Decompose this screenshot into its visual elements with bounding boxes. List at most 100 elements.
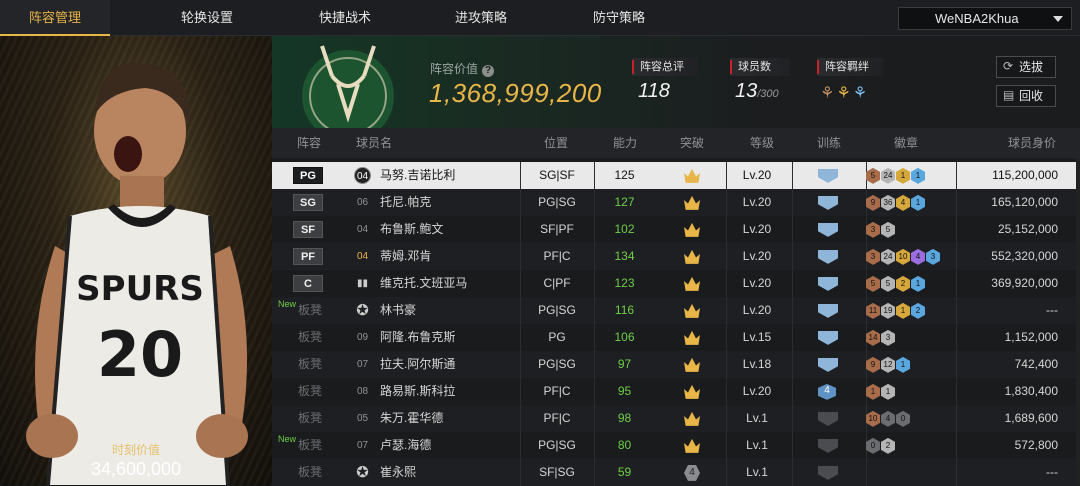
badge-icon[interactable]: 1 xyxy=(911,275,925,292)
badge-icon[interactable]: 1 xyxy=(911,167,925,184)
tab-lineup[interactable]: 阵容管理 xyxy=(0,0,110,36)
bond-icon[interactable]: ⚘ xyxy=(820,85,836,102)
crown-icon[interactable] xyxy=(684,378,700,405)
badge-icon[interactable]: 0 xyxy=(896,410,910,427)
badge-icon[interactable]: 1 xyxy=(866,383,880,400)
scrollbar[interactable] xyxy=(1076,158,1080,485)
featured-player-card[interactable]: SPURS 20 时刻价值 34,600,000 xyxy=(0,36,272,485)
table-row[interactable]: C ▮▮ 维克托.文班亚马 C|PF 123 Lv.20 5 5 2 1 369,920,000 xyxy=(272,270,1080,297)
player-name[interactable]: 卢瑟.海德 xyxy=(380,432,431,459)
crown-icon[interactable] xyxy=(684,162,700,189)
table-row[interactable]: SF 04 布鲁斯.鲍文 SF|PF 102 Lv.20 3 5 25,152,000 xyxy=(272,216,1080,243)
training-icon[interactable] xyxy=(818,189,838,216)
table-row[interactable]: 板凳 New ✪ 林书豪 PG|SG 116 Lv.20 11 19 1 2 --- xyxy=(272,297,1080,324)
training-icon[interactable] xyxy=(818,405,838,432)
badge-icon[interactable]: 1 xyxy=(911,194,925,211)
badge-icon[interactable]: 3 xyxy=(881,329,895,346)
badge-icon[interactable]: 1 xyxy=(881,383,895,400)
badge-icon[interactable]: 0 xyxy=(866,437,880,454)
badge-icon[interactable]: 24 xyxy=(881,167,895,184)
crown-icon[interactable] xyxy=(684,216,700,243)
badge-icon[interactable]: 11 xyxy=(866,302,880,319)
badge-icon[interactable]: 24 xyxy=(881,248,895,265)
badge-icon[interactable]: 5 xyxy=(881,275,895,292)
player-name[interactable]: 崔永熙 xyxy=(380,459,416,486)
training-icon[interactable] xyxy=(818,216,838,243)
player-name[interactable]: 蒂姆.邓肯 xyxy=(380,243,431,270)
player-name[interactable]: 马努.吉诺比利 xyxy=(380,162,455,189)
tab-defense[interactable]: 防守策略 xyxy=(564,0,674,36)
table-row[interactable]: 板凳 ✪ 崔永熙 SF|SG 59 4 Lv.1 --- xyxy=(272,459,1080,486)
badge-icon[interactable]: 5 xyxy=(866,167,880,184)
position-slot-badge[interactable]: PG xyxy=(293,167,323,184)
player-name[interactable]: 托尼.帕克 xyxy=(380,189,431,216)
crown-icon[interactable]: 4 xyxy=(684,459,700,486)
table-row[interactable]: 板凳 05 朱万.霍华德 PF|C 98 Lv.1 10 4 0 1,689,600 xyxy=(272,405,1080,432)
bond-icon[interactable]: ⚘ xyxy=(853,85,869,102)
badge-icon[interactable]: 12 xyxy=(881,356,895,373)
player-name[interactable]: 拉夫.阿尔斯通 xyxy=(380,351,455,378)
badge-icon[interactable]: 10 xyxy=(896,248,910,265)
badge-icon[interactable]: 3 xyxy=(926,248,940,265)
badge-icon[interactable]: 4 xyxy=(881,410,895,427)
position-slot-badge[interactable]: PF xyxy=(293,248,323,265)
training-icon[interactable] xyxy=(818,324,838,351)
recycle-button[interactable]: ▤ 回收 xyxy=(996,85,1056,107)
badge-icon[interactable]: 1 xyxy=(896,356,910,373)
crown-icon[interactable] xyxy=(684,189,700,216)
bond-icons[interactable]: ⚘⚘⚘ xyxy=(820,83,869,103)
tab-rotation[interactable]: 轮换设置 xyxy=(152,0,262,36)
badge-icon[interactable]: 9 xyxy=(866,356,880,373)
crown-icon[interactable] xyxy=(684,324,700,351)
badge-icon[interactable]: 5 xyxy=(881,221,895,238)
crown-icon[interactable] xyxy=(684,270,700,297)
position-slot-badge[interactable]: SG xyxy=(293,194,323,211)
badge-icon[interactable]: 36 xyxy=(881,194,895,211)
badge-icon[interactable]: 3 xyxy=(866,248,880,265)
training-icon[interactable]: 4 xyxy=(818,378,836,405)
badge-icon[interactable]: 10 xyxy=(866,410,880,427)
badge-icon[interactable]: 1 xyxy=(896,302,910,319)
table-row[interactable]: 板凳 07 拉夫.阿尔斯通 PG|SG 97 Lv.18 9 12 1 742,400 xyxy=(272,351,1080,378)
table-row[interactable]: 板凳 08 路易斯.斯科拉 PF|C 95 Lv.20 4 1 1 1,830,400 xyxy=(272,378,1080,405)
crown-icon[interactable] xyxy=(684,297,700,324)
training-icon[interactable] xyxy=(818,459,838,486)
badge-icon[interactable]: 2 xyxy=(896,275,910,292)
crown-icon[interactable] xyxy=(684,351,700,378)
tab-offense[interactable]: 进攻策略 xyxy=(426,0,536,36)
user-dropdown[interactable]: WeNBA2Khua xyxy=(898,7,1072,30)
training-icon[interactable] xyxy=(818,162,838,189)
position-slot-badge[interactable]: C xyxy=(293,275,323,292)
badge-icon[interactable]: 19 xyxy=(881,302,895,319)
table-row[interactable]: 板凳 New 07 卢瑟.海德 PG|SG 80 Lv.1 0 2 572,800 xyxy=(272,432,1080,459)
select-button[interactable]: ⟳ 选拔 xyxy=(996,56,1056,78)
player-name[interactable]: 维克托.文班亚马 xyxy=(380,270,467,297)
badge-icon[interactable]: 14 xyxy=(866,329,880,346)
crown-icon[interactable] xyxy=(684,432,700,459)
tab-quick-tactics[interactable]: 快捷战术 xyxy=(290,0,400,36)
badge-icon[interactable]: 2 xyxy=(911,302,925,319)
table-row[interactable]: PF 04 蒂姆.邓肯 PF|C 134 Lv.20 3 24 10 4 3 552,320,000 xyxy=(272,243,1080,270)
bond-icon[interactable]: ⚘ xyxy=(836,85,852,102)
player-name[interactable]: 阿隆.布鲁克斯 xyxy=(380,324,455,351)
player-name[interactable]: 朱万.霍华德 xyxy=(380,405,443,432)
training-icon[interactable] xyxy=(818,270,838,297)
player-name[interactable]: 林书豪 xyxy=(380,297,416,324)
badge-icon[interactable]: 1 xyxy=(896,167,910,184)
player-name[interactable]: 路易斯.斯科拉 xyxy=(380,378,455,405)
table-row[interactable]: 板凳 09 阿隆.布鲁克斯 PG 106 Lv.15 14 3 1,152,000 xyxy=(272,324,1080,351)
training-icon[interactable] xyxy=(818,297,838,324)
badge-icon[interactable]: 9 xyxy=(866,194,880,211)
badge-icon[interactable]: 2 xyxy=(881,437,895,454)
player-name[interactable]: 布鲁斯.鲍文 xyxy=(380,216,443,243)
position-slot-badge[interactable]: SF xyxy=(293,221,323,238)
training-icon[interactable] xyxy=(818,432,838,459)
help-icon[interactable]: ? xyxy=(482,65,495,77)
badge-icon[interactable]: 5 xyxy=(866,275,880,292)
badge-icon[interactable]: 4 xyxy=(896,194,910,211)
table-row[interactable]: SG 06 托尼.帕克 PG|SG 127 Lv.20 9 36 4 1 165,120,000 xyxy=(272,189,1080,216)
badge-icon[interactable]: 3 xyxy=(866,221,880,238)
training-icon[interactable] xyxy=(818,243,838,270)
crown-icon[interactable] xyxy=(684,243,700,270)
table-row[interactable]: PG 04 马努.吉诺比利 SG|SF 125 Lv.20 5 24 1 1 115,200,000 xyxy=(272,162,1080,189)
